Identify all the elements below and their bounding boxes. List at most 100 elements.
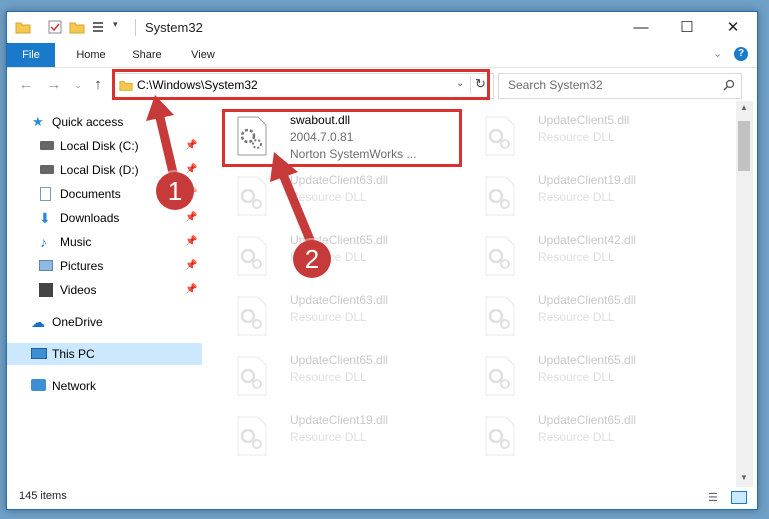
ribbon: File Home Share View ⌄ ? xyxy=(7,43,757,68)
file-tile[interactable]: UpdateClient42.dll Resource DLL xyxy=(476,231,706,283)
help-icon[interactable]: ? xyxy=(734,47,748,61)
recent-locations-icon[interactable]: ⌄ xyxy=(69,76,87,94)
drive-icon xyxy=(40,141,54,150)
up-arrow-icon[interactable]: ↑ xyxy=(89,76,107,94)
file-tile[interactable]: UpdateClient65.dll Resource DLL xyxy=(228,351,458,403)
minimize-button[interactable]: — xyxy=(618,12,664,43)
music-icon: ♪ xyxy=(40,234,47,250)
nav-videos[interactable]: Videos 📌 xyxy=(7,279,202,301)
window-title: System32 xyxy=(145,20,203,35)
back-arrow-icon[interactable]: ← xyxy=(17,76,35,94)
file-name: UpdateClient65.dll xyxy=(290,353,389,367)
file-type: Resource DLL xyxy=(538,370,615,384)
nav-label: Music xyxy=(60,235,92,249)
search-icon[interactable] xyxy=(723,79,735,91)
nav-label: Quick access xyxy=(52,115,124,129)
star-icon: ★ xyxy=(32,114,44,129)
search-placeholder: Search System32 xyxy=(508,78,603,92)
cloud-icon: ☁ xyxy=(31,314,45,330)
close-button[interactable]: ✕ xyxy=(710,12,756,43)
vertical-scrollbar[interactable]: ▲ ▼ xyxy=(736,101,753,487)
file-name: UpdateClient19.dll xyxy=(290,413,389,427)
file-type: Resource DLL xyxy=(538,430,615,444)
pin-icon[interactable]: 📌 xyxy=(185,231,197,253)
dll-file-icon xyxy=(485,356,515,396)
nav-label: OneDrive xyxy=(52,315,103,329)
customize-icon[interactable] xyxy=(91,19,107,35)
file-name: UpdateClient65.dll xyxy=(538,293,637,307)
file-tile[interactable]: UpdateClient65.dll Resource DLL xyxy=(228,231,458,283)
videos-icon xyxy=(39,283,53,297)
step-1-badge: 1 xyxy=(156,172,194,210)
nav-pictures[interactable]: Pictures 📌 xyxy=(7,255,202,277)
file-tile[interactable]: UpdateClient19.dll Resource DLL xyxy=(476,171,706,223)
nav-label: Documents xyxy=(60,187,121,201)
file-type: Resource DLL xyxy=(538,130,615,144)
dll-file-icon xyxy=(237,356,267,396)
title-separator xyxy=(135,19,136,36)
properties-icon[interactable] xyxy=(47,19,63,35)
tab-home[interactable]: Home xyxy=(69,43,113,67)
tab-view[interactable]: View xyxy=(181,43,225,67)
pin-icon[interactable]: 📌 xyxy=(185,255,197,277)
scroll-down-icon[interactable]: ▼ xyxy=(740,473,748,482)
status-bar: 145 items ☰ xyxy=(7,487,757,509)
nav-onedrive[interactable]: ☁ OneDrive xyxy=(7,311,202,333)
nav-label: This PC xyxy=(52,347,95,361)
file-type: Resource DLL xyxy=(538,250,615,264)
title-bar: ▾ System32 — ☐ ✕ xyxy=(7,12,757,43)
download-icon: ⬇ xyxy=(39,210,51,226)
file-tile[interactable]: UpdateClient65.dll Resource DLL xyxy=(476,351,706,403)
dll-file-icon xyxy=(485,236,515,276)
scrollbar-thumb[interactable] xyxy=(738,121,750,171)
file-tile[interactable]: UpdateClient65.dll Resource DLL xyxy=(476,291,706,343)
details-view-icon[interactable]: ☰ xyxy=(708,491,718,504)
documents-icon xyxy=(40,187,51,201)
drive-icon xyxy=(40,165,54,174)
dll-file-icon xyxy=(237,176,267,216)
expand-ribbon-icon[interactable]: ⌄ xyxy=(713,47,722,60)
nav-label: Pictures xyxy=(60,259,104,273)
pin-icon[interactable]: 📌 xyxy=(185,207,197,229)
scroll-up-icon[interactable]: ▲ xyxy=(740,103,748,112)
file-name: UpdateClient19.dll xyxy=(538,173,637,187)
file-highlight xyxy=(222,109,462,167)
file-tile[interactable]: UpdateClient65.dll Resource DLL xyxy=(476,411,706,463)
nav-label: Downloads xyxy=(60,211,120,225)
item-count: 145 items xyxy=(19,490,67,502)
tab-share[interactable]: Share xyxy=(125,43,169,67)
chevron-down-icon[interactable]: ▾ xyxy=(113,19,118,30)
nav-network[interactable]: Network xyxy=(7,375,202,397)
tab-file[interactable]: File xyxy=(7,43,55,67)
search-box[interactable]: Search System32 xyxy=(498,73,742,99)
new-folder-icon[interactable] xyxy=(69,19,85,35)
dll-file-icon xyxy=(485,176,515,216)
dll-file-icon xyxy=(485,416,515,456)
file-name: UpdateClient65.dll xyxy=(538,353,637,367)
file-type: Resource DLL xyxy=(290,430,367,444)
dll-file-icon xyxy=(237,416,267,456)
nav-label: Videos xyxy=(60,283,97,297)
nav-downloads[interactable]: ⬇ Downloads 📌 xyxy=(7,207,202,229)
file-type: Resource DLL xyxy=(290,310,367,324)
file-type: Resource DLL xyxy=(538,190,615,204)
file-tile[interactable]: UpdateClient19.dll Resource DLL xyxy=(228,411,458,463)
step-2-badge: 2 xyxy=(293,240,331,278)
tiles-view-icon[interactable] xyxy=(731,491,747,504)
network-icon xyxy=(31,379,46,391)
file-tile[interactable]: UpdateClient63.dll Resource DLL xyxy=(228,291,458,343)
pin-icon[interactable]: 📌 xyxy=(185,279,197,301)
maximize-button[interactable]: ☐ xyxy=(664,12,710,43)
dll-file-icon xyxy=(237,296,267,336)
arrow-icon xyxy=(270,152,315,245)
nav-label: Network xyxy=(52,379,97,393)
dll-file-icon xyxy=(237,236,267,276)
file-type: Resource DLL xyxy=(290,370,367,384)
file-name: UpdateClient63.dll xyxy=(290,293,389,307)
nav-this-pc[interactable]: This PC xyxy=(7,343,202,365)
nav-music[interactable]: ♪ Music 📌 xyxy=(7,231,202,253)
file-name: UpdateClient5.dll xyxy=(538,113,630,127)
file-tile[interactable]: UpdateClient5.dll Resource DLL xyxy=(476,111,706,163)
forward-arrow-icon[interactable]: → xyxy=(45,76,63,94)
file-tile[interactable]: UpdateClient63.dll Resource DLL xyxy=(228,171,458,223)
